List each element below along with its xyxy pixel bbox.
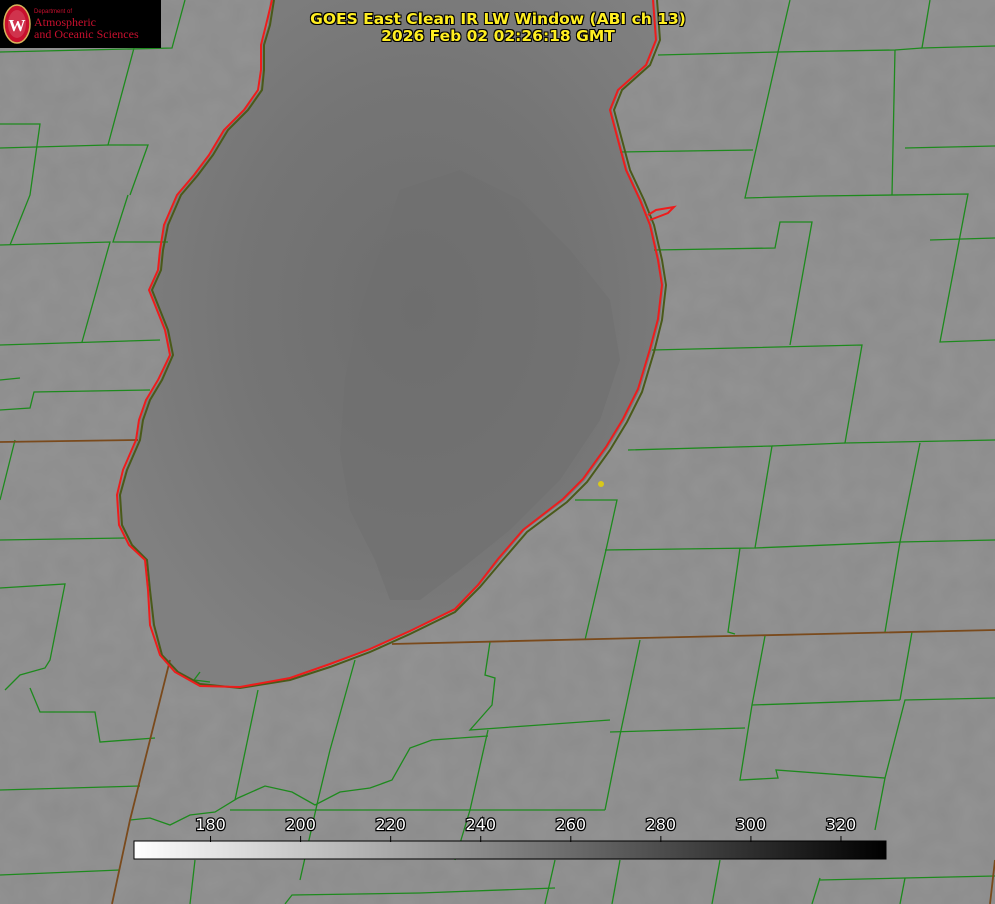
seal-letter: W [9, 16, 26, 35]
colorbar-tick-label: 320 [826, 815, 857, 834]
logo-department: Department of [34, 8, 73, 15]
title-product: GOES East Clean IR LW Window (ABI ch 13) [310, 10, 686, 28]
colorbar-gradient [133, 840, 887, 860]
colorbar-tick-label: 260 [556, 815, 587, 834]
image-title: GOES East Clean IR LW Window (ABI ch 13)… [300, 11, 696, 45]
aos-logo: W Department of Atmospheric and Oceanic … [0, 0, 161, 48]
colorbar-tick-label: 220 [375, 815, 406, 834]
colorbar-tick-label: 200 [285, 815, 316, 834]
satellite-map: 180 200 220 240 260 280 300 320 [0, 0, 995, 904]
uw-seal-icon: W [3, 4, 31, 44]
station-marker [598, 481, 604, 487]
colorbar-tick-label: 280 [646, 815, 677, 834]
colorbar-tick-label: 180 [195, 815, 226, 834]
logo-line-2: and Oceanic Sciences [34, 26, 139, 41]
colorbar-tick-label: 240 [465, 815, 496, 834]
logo-line-1: Atmospheric [34, 14, 96, 29]
colorbar-tick-label: 300 [736, 815, 767, 834]
title-timestamp: 2026 Feb 02 02:26:18 GMT [381, 27, 615, 45]
